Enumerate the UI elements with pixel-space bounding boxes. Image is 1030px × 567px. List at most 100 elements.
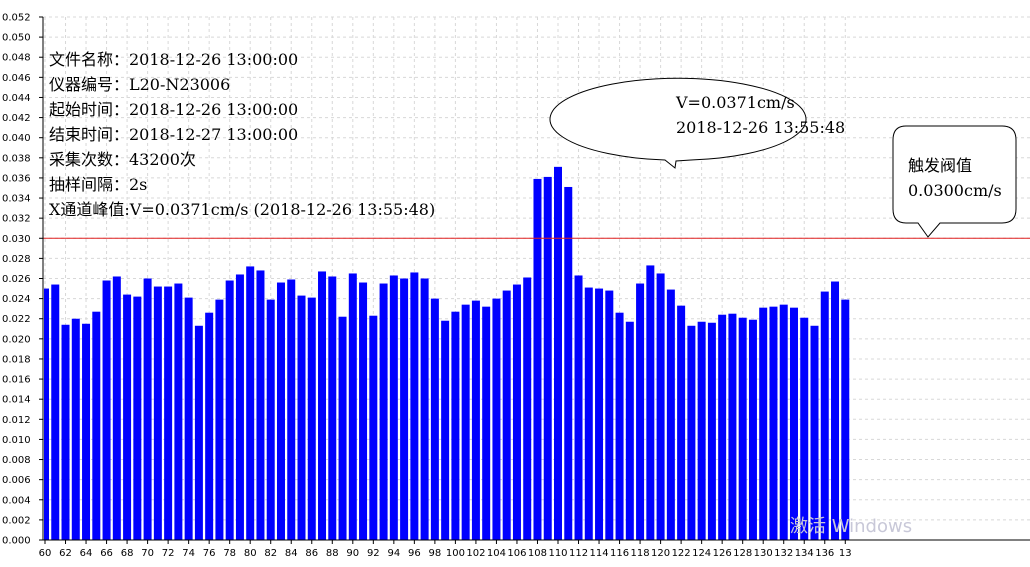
x-tick-label: 98 [429,548,442,559]
y-tick-label: 0.006 [2,475,31,486]
bar [133,296,142,540]
bar [328,276,337,540]
y-tick-label: 0.048 [2,53,31,64]
bar [707,322,716,540]
peak-callout-value: V=0.0371cm/s [675,93,795,112]
x-tick-label: 68 [121,548,134,559]
y-tick-label: 0.022 [2,314,31,325]
bar [482,306,491,540]
x-tick-label: 126 [713,548,732,559]
x-tick-label: 110 [548,548,567,559]
bar [225,280,234,540]
y-tick-label: 0.050 [2,33,31,44]
info-instrument: 仪器编号：L20-N23006 [49,75,230,94]
x-tick-label: 96 [408,548,421,559]
bar [584,287,593,540]
bar [461,304,470,540]
info-file-name: 文件名称：2018-12-26 13:00:00 [49,50,298,69]
bar [615,312,624,540]
x-tick-label: 134 [795,548,814,559]
bar [687,325,696,540]
y-tick-label: 0.000 [2,536,31,547]
bar [215,299,224,540]
y-tick-label: 0.024 [2,294,31,305]
y-tick-label: 0.018 [2,354,31,365]
bar [82,323,91,540]
bar [61,324,70,540]
bar [123,294,132,540]
y-tick-label: 0.038 [2,153,31,164]
bar [718,314,727,540]
bar [297,295,306,540]
bar [820,291,829,540]
bar [348,273,357,540]
bar [143,278,152,540]
bar [184,297,193,540]
y-tick-label: 0.020 [2,334,31,345]
x-tick-label: 100 [446,548,465,559]
bar [831,281,840,540]
bar [287,279,296,540]
x-tick-label: 78 [223,548,236,559]
bar [71,318,80,540]
bar [400,278,409,540]
bar [759,307,768,540]
bar [810,325,819,540]
bar [492,298,501,540]
x-tick-label: 13 [839,548,852,559]
threshold-callout: 触发阀值 0.0300cm/s [892,125,1017,238]
x-tick-label: 64 [80,548,93,559]
bar [194,325,203,540]
bar [564,186,573,540]
chart-bars [44,166,850,541]
bar [441,320,450,540]
info-start-time: 起始时间：2018-12-26 13:00:00 [49,100,298,119]
y-tick-label: 0.014 [2,395,31,406]
bar [738,317,747,540]
bar [841,299,850,540]
bar [779,304,788,540]
bar [256,270,265,540]
x-tick-label: 114 [589,548,608,559]
bar [410,272,419,540]
bar [389,275,398,540]
peak-callout-time: 2018-12-26 13:55:48 [676,118,845,137]
bar [102,280,111,540]
bar [471,300,480,540]
bar [625,321,634,540]
bar [800,317,809,540]
x-tick-label: 74 [182,548,195,559]
x-tick-label: 120 [651,548,670,559]
x-tick-label: 82 [264,548,277,559]
bar [789,307,798,540]
bar [379,283,388,540]
bar [92,311,101,540]
x-tick-label: 76 [203,548,216,559]
bar [574,275,583,540]
bar [728,313,737,540]
x-tick-label: 94 [387,548,400,559]
x-tick-label: 102 [466,548,485,559]
y-tick-label: 0.008 [2,455,31,466]
info-panel: 文件名称：2018-12-26 13:00:00 仪器编号：L20-N23006… [49,50,435,219]
x-tick-label: 132 [774,548,793,559]
x-tick-label: 130 [754,548,773,559]
bar [656,273,665,540]
info-sample-count: 采集次数：43200次 [49,150,196,169]
bar [246,266,255,540]
y-tick-label: 0.046 [2,73,31,84]
bar [174,283,183,540]
y-tick-label: 0.052 [2,13,31,24]
x-tick-label: 136 [815,548,834,559]
x-tick-label: 108 [528,548,547,559]
y-tick-label: 0.034 [2,194,31,205]
x-tick-label: 124 [692,548,711,559]
info-peak: X通道峰值:V=0.0371cm/s (2018-12-26 13:55:48) [49,200,435,219]
x-tick-label: 86 [305,548,318,559]
x-tick-label: 66 [100,548,113,559]
bar [595,288,604,540]
bar [44,288,49,540]
bar [276,282,285,540]
y-axis-ticks: 0.000 0.002 0.004 0.006 0.008 0.010 0.012 0.014… [2,13,43,547]
bar [420,278,429,540]
